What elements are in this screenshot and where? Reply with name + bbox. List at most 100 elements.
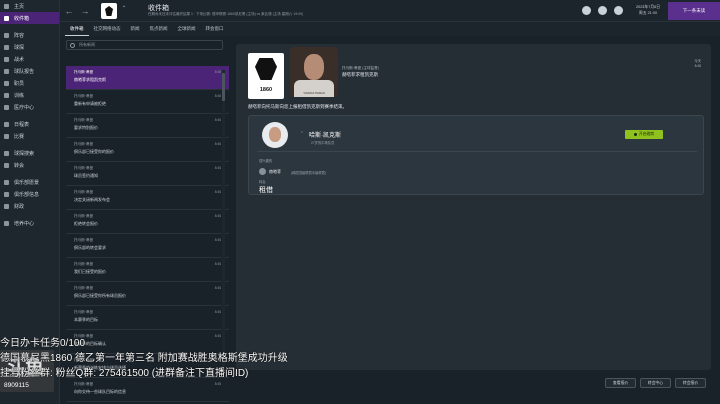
tab-bar: 收件箱 社交网络动态 新闻 焦点新闻 全球新闻 转会窗口 bbox=[60, 22, 720, 36]
sidebar-item[interactable]: 球队报告 bbox=[0, 65, 59, 77]
view-offer-button[interactable]: 查看报价 bbox=[605, 378, 636, 388]
message-row[interactable]: 托马斯·蒂曼 俱乐部已接受你的报价 8:46 bbox=[66, 138, 229, 162]
sidebar-item[interactable]: 阵容 bbox=[0, 29, 59, 41]
interested-club[interactable]: 赫嗒菲 bbox=[269, 169, 281, 175]
message-row[interactable]: 托马斯·蒂曼 本赛季的目标 8:45 bbox=[66, 306, 229, 330]
message-row[interactable]: 托马斯·蒂曼 决定关闭新闻发布会 8:45 bbox=[66, 186, 229, 210]
sidebar-item-label: 阵容 bbox=[14, 32, 25, 39]
sidebar-item-label: 训练 bbox=[14, 92, 25, 99]
sender-face bbox=[304, 54, 324, 80]
message-row-time: 8:45 bbox=[214, 382, 221, 386]
transfer-centre-button[interactable]: 转会中心 bbox=[640, 378, 671, 388]
player-name[interactable]: 哈斯·凯克斯 bbox=[309, 130, 341, 139]
start-negotiation-button[interactable]: 开启磋商 bbox=[625, 130, 663, 139]
message-row-subject: 决定关闭新闻发布会 bbox=[74, 197, 110, 202]
sidebar-item[interactable]: 比赛 bbox=[0, 130, 59, 142]
sender-avatar[interactable]: THOMAS TIEMAN bbox=[290, 47, 338, 97]
player-photo[interactable] bbox=[262, 122, 288, 148]
game-date: 2023年7月6日 周五 21:00 bbox=[630, 4, 666, 16]
club-crest-logo: 1860 bbox=[248, 53, 284, 99]
chevron-down-icon[interactable]: ⌃ bbox=[119, 4, 129, 14]
scrollbar-thumb[interactable] bbox=[222, 73, 225, 101]
message-row[interactable]: 托马斯·蒂曼 拒绝转会报价 8:45 bbox=[66, 210, 229, 234]
divider bbox=[257, 151, 697, 152]
sidebar-item[interactable]: 战术 bbox=[0, 53, 59, 65]
tab[interactable]: 焦点新闻 bbox=[145, 22, 173, 36]
scrollbar-track[interactable] bbox=[222, 70, 225, 370]
sidebar-item[interactable]: 转会 bbox=[0, 159, 59, 171]
sidebar-item-label: 俱乐部信息 bbox=[14, 191, 40, 198]
message-row[interactable]: 托马斯·蒂曼 赫嗒菲求租凯克斯 8:48 bbox=[66, 66, 229, 90]
sidebar-item-label: 战术 bbox=[14, 56, 25, 63]
sidebar-item-label: 俱乐部愿景 bbox=[14, 179, 40, 186]
player-description: 27岁的中场队员 bbox=[311, 141, 335, 145]
message-row-sender: 托马斯·蒂曼 bbox=[74, 214, 94, 218]
sidebar-item-label: 培养中心 bbox=[14, 220, 35, 227]
message-row[interactable]: 托马斯·蒂曼 要求特别报价 8:46 bbox=[66, 114, 229, 138]
overlay-team-line: 德国慕尼黑1860 德乙第一年第三名 附加赛战胜奥格斯堡成功升级 bbox=[0, 353, 288, 364]
message-row-time: 8:45 bbox=[214, 334, 221, 338]
message-row-subject: 向你交待一些球队目标的信息 bbox=[74, 389, 126, 394]
overlay-group-line: 挂号粉丝群: 粉丝Q群: 275461500 (进群备注下直播间ID) bbox=[0, 368, 249, 379]
sidebar-item-icon bbox=[4, 80, 9, 86]
message-clock: 8:48 bbox=[694, 64, 701, 68]
sidebar-item-icon bbox=[4, 3, 9, 9]
transfer-offer-button[interactable]: 转会报价 bbox=[675, 378, 706, 388]
profile-icon[interactable] bbox=[614, 6, 623, 15]
room-id: 8909115 bbox=[4, 382, 29, 389]
sidebar-item-icon bbox=[4, 179, 9, 185]
tab[interactable]: 转会窗口 bbox=[201, 22, 229, 36]
message-row[interactable]: 托马斯·蒂曼 重新有申请被拒绝 8:46 bbox=[66, 90, 229, 114]
tab[interactable]: 全球新闻 bbox=[173, 22, 201, 36]
message-row[interactable]: 托马斯·蒂曼 球员签约通知 8:45 bbox=[66, 162, 229, 186]
message-row-sender: 托马斯·蒂曼 bbox=[74, 310, 94, 314]
continue-button[interactable]: 下一条未读 bbox=[668, 2, 720, 20]
message-row-subject: 赫嗒菲求租凯克斯 bbox=[74, 77, 106, 82]
sidebar-item[interactable]: 主页 bbox=[0, 0, 59, 12]
message-row-time: 8:46 bbox=[214, 142, 221, 146]
sidebar-item[interactable]: 球探 bbox=[0, 41, 59, 53]
sidebar-item-icon bbox=[4, 162, 9, 168]
message-row[interactable]: 托马斯·蒂曼 俱乐部的转会要求 8:45 bbox=[66, 234, 229, 258]
message-row[interactable]: 托马斯·蒂曼 向你交待一些球队目标的信息 8:45 bbox=[66, 378, 229, 402]
sidebar-item[interactable]: 医疗中心 bbox=[0, 101, 59, 113]
message-row-sender: 托马斯·蒂曼 bbox=[74, 334, 94, 338]
message-row-sender: 托马斯·蒂曼 bbox=[74, 286, 94, 290]
sidebar-item[interactable]: 俱乐部信息 bbox=[0, 188, 59, 200]
help-icon[interactable] bbox=[582, 6, 591, 15]
club-badge-icon bbox=[259, 168, 266, 175]
avatar-caption: THOMAS TIEMAN bbox=[303, 92, 325, 95]
message-row-sender: 托马斯·蒂曼 bbox=[74, 70, 94, 74]
message-row-subject: 俱乐部已接受你的报价 bbox=[74, 149, 114, 154]
sidebar-item-label: 收件箱 bbox=[14, 15, 30, 22]
settings-icon[interactable] bbox=[598, 6, 607, 15]
time-line: 周五 21:00 bbox=[638, 11, 658, 15]
club-crest-icon[interactable] bbox=[101, 3, 117, 19]
sidebar-item-label: 职员 bbox=[14, 80, 25, 87]
sidebar-item[interactable]: 球探搜索 bbox=[0, 147, 59, 159]
crest-year: 1860 bbox=[259, 87, 273, 93]
sidebar-item[interactable]: 培养中心 bbox=[0, 217, 59, 229]
tab[interactable]: 社交网络动态 bbox=[89, 22, 126, 36]
back-arrow-icon[interactable]: ← bbox=[64, 6, 74, 16]
sidebar-item[interactable]: 日程表 bbox=[0, 118, 59, 130]
message-row-subject: 俱乐部的转会要求 bbox=[74, 245, 106, 250]
sidebar-item[interactable]: 收件箱 bbox=[0, 12, 59, 24]
message-row-time: 8:45 bbox=[214, 262, 221, 266]
message-sender[interactable]: 托马斯·蒂曼 (主球监督) bbox=[342, 66, 379, 71]
tab[interactable]: 新闻 bbox=[126, 22, 145, 36]
sidebar-item[interactable]: 训练 bbox=[0, 89, 59, 101]
search-input[interactable]: 所有新闻 bbox=[66, 40, 223, 50]
message-row[interactable]: 托马斯·蒂曼 俱乐部已接受你所有球员报价 8:45 bbox=[66, 282, 229, 306]
tab[interactable]: 收件箱 bbox=[65, 22, 89, 36]
message-subject: 赫嗒菲求租凯克斯 bbox=[342, 72, 378, 77]
sidebar-item[interactable]: 财政 bbox=[0, 200, 59, 212]
sidebar-item[interactable]: 职员 bbox=[0, 77, 59, 89]
message-row-sender: 托马斯·蒂曼 bbox=[74, 238, 94, 242]
sidebar-item-label: 球探 bbox=[14, 44, 25, 51]
sidebar-item[interactable]: 俱乐部愿景 bbox=[0, 176, 59, 188]
forward-arrow-icon[interactable]: → bbox=[80, 6, 90, 16]
message-row-time: 8:45 bbox=[214, 214, 221, 218]
message-row[interactable]: 托马斯·蒂曼 我们已接受的报价 8:45 bbox=[66, 258, 229, 282]
sidebar-item-label: 球队报告 bbox=[14, 68, 35, 75]
